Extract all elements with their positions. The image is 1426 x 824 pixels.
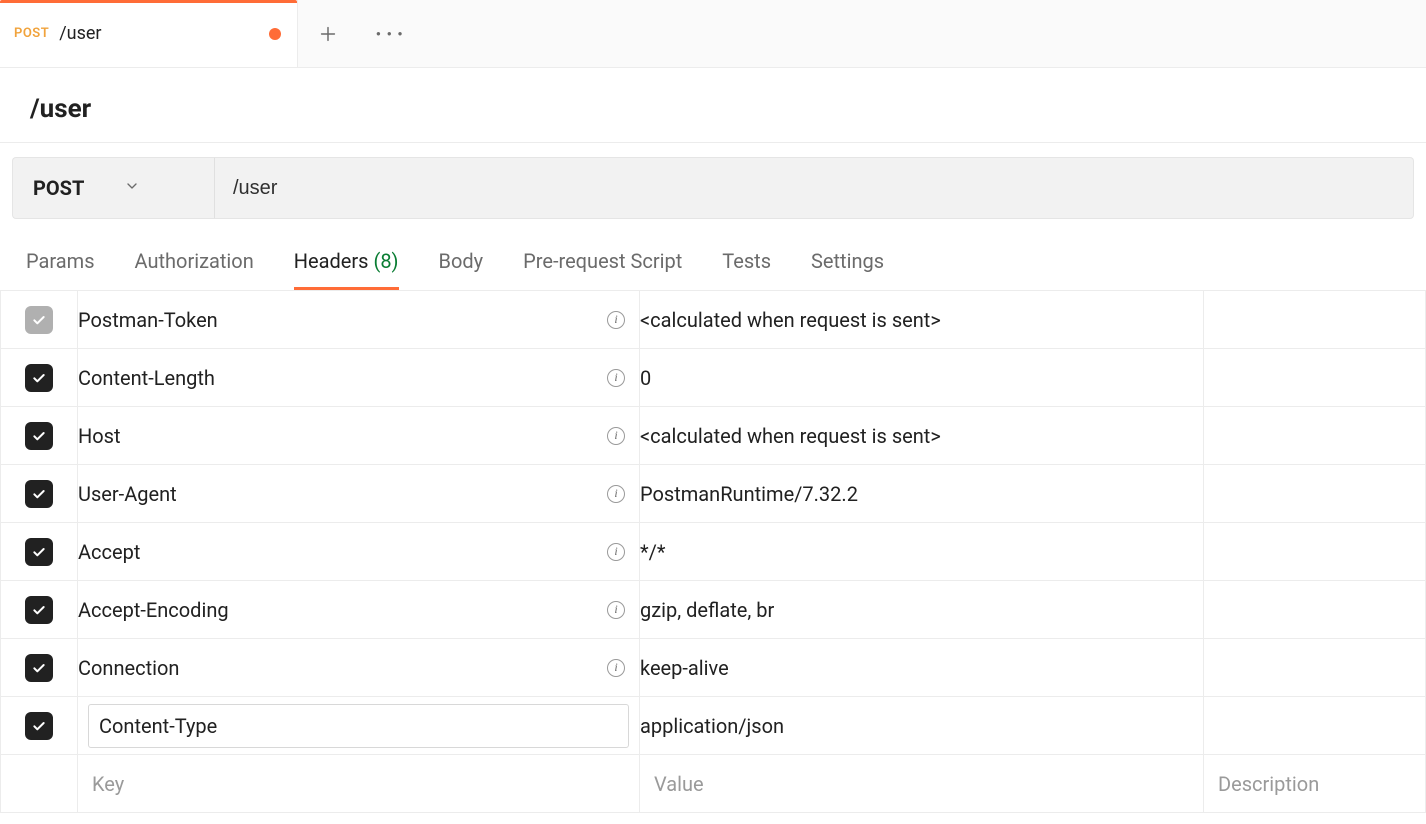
headers-table: Postman-Token i <calculated when request i… xyxy=(0,290,1426,813)
header-key[interactable]: Host xyxy=(78,424,121,448)
tab-overflow-button[interactable]: ● ● ● xyxy=(358,0,1426,67)
tab-headers-count: (8) xyxy=(373,249,398,273)
unsaved-indicator-icon xyxy=(269,28,281,40)
header-key[interactable]: Content-Length xyxy=(78,366,215,390)
header-key[interactable]: Accept xyxy=(78,540,140,564)
request-url-input[interactable] xyxy=(214,157,1414,219)
request-tabs-bar: POST /user ● ● ● xyxy=(0,0,1426,68)
header-row: Connection i keep-alive xyxy=(1,639,1426,697)
header-row: Postman-Token i <calculated when request i… xyxy=(1,291,1426,349)
header-description-cell[interactable] xyxy=(1204,349,1426,407)
request-title: /user xyxy=(0,68,1426,142)
more-horizontal-icon: ● ● ● xyxy=(376,29,404,38)
header-row: Content-Type application/json xyxy=(1,697,1426,755)
tab-tests[interactable]: Tests xyxy=(722,249,771,290)
header-checkbox[interactable] xyxy=(25,654,53,682)
header-checkbox[interactable] xyxy=(25,596,53,624)
info-icon[interactable]: i xyxy=(607,485,625,503)
header-value-placeholder[interactable]: Value xyxy=(640,755,1204,813)
tab-method-badge: POST xyxy=(14,26,49,41)
plus-icon xyxy=(317,23,339,45)
http-method-label: POST xyxy=(33,176,84,200)
tab-prerequest[interactable]: Pre-request Script xyxy=(523,249,682,290)
header-description-cell[interactable] xyxy=(1204,291,1426,349)
header-value[interactable]: gzip, deflate, br xyxy=(640,598,774,622)
http-method-select[interactable]: POST xyxy=(12,157,214,219)
header-row: Accept-Encoding i gzip, deflate, br xyxy=(1,581,1426,639)
tab-settings[interactable]: Settings xyxy=(811,249,884,290)
header-description-cell[interactable] xyxy=(1204,407,1426,465)
tab-headers-label: Headers xyxy=(294,249,369,273)
info-icon[interactable]: i xyxy=(607,427,625,445)
header-checkbox[interactable] xyxy=(25,538,53,566)
info-icon[interactable]: i xyxy=(607,659,625,677)
request-subtabs: Params Authorization Headers (8) Body Pr… xyxy=(0,219,1426,290)
header-description-placeholder[interactable]: Description xyxy=(1204,755,1426,813)
header-description-cell[interactable] xyxy=(1204,465,1426,523)
header-row: Content-Length i0 xyxy=(1,349,1426,407)
header-key[interactable]: Accept-Encoding xyxy=(78,598,229,622)
tab-authorization[interactable]: Authorization xyxy=(135,249,254,290)
tab-headers[interactable]: Headers (8) xyxy=(294,249,399,290)
header-value[interactable]: keep-alive xyxy=(640,656,729,680)
header-checkbox[interactable] xyxy=(25,480,53,508)
header-new-row[interactable]: Key Value Description xyxy=(1,755,1426,813)
header-key[interactable]: Connection xyxy=(78,656,179,680)
header-row: User-Agent i PostmanRuntime/7.32.2 xyxy=(1,465,1426,523)
chevron-down-icon xyxy=(124,178,140,198)
header-description-cell[interactable] xyxy=(1204,523,1426,581)
info-icon[interactable]: i xyxy=(607,311,625,329)
tab-body[interactable]: Body xyxy=(439,249,484,290)
header-checkbox[interactable] xyxy=(25,422,53,450)
header-value[interactable]: PostmanRuntime/7.32.2 xyxy=(640,482,858,506)
header-row: Accept i */* xyxy=(1,523,1426,581)
header-description-cell[interactable] xyxy=(1204,639,1426,697)
tab-title: /user xyxy=(59,23,101,44)
header-checkbox[interactable] xyxy=(25,364,53,392)
header-value[interactable]: 0 xyxy=(640,366,651,390)
header-value[interactable]: <calculated when request is sent> xyxy=(640,308,941,332)
header-value[interactable]: <calculated when request is sent> xyxy=(640,424,941,448)
header-key[interactable]: Postman-Token xyxy=(78,308,218,332)
request-tab-active[interactable]: POST /user xyxy=(0,0,298,67)
header-key-input[interactable]: Content-Type xyxy=(88,704,629,748)
info-icon[interactable]: i xyxy=(607,543,625,561)
header-key[interactable]: User-Agent xyxy=(78,482,177,506)
header-value[interactable]: application/json xyxy=(640,714,784,738)
header-description-cell[interactable] xyxy=(1204,697,1426,755)
header-key-placeholder[interactable]: Key xyxy=(78,755,640,813)
header-row: Host i <calculated when request is sent> xyxy=(1,407,1426,465)
header-checkbox[interactable] xyxy=(25,712,53,740)
tab-params[interactable]: Params xyxy=(26,249,95,290)
info-icon[interactable]: i xyxy=(607,601,625,619)
header-checkbox[interactable] xyxy=(25,306,53,334)
header-description-cell[interactable] xyxy=(1204,581,1426,639)
header-value[interactable]: */* xyxy=(640,540,665,564)
new-tab-button[interactable] xyxy=(298,0,358,67)
info-icon[interactable]: i xyxy=(607,369,625,387)
method-url-row: POST xyxy=(12,157,1414,219)
